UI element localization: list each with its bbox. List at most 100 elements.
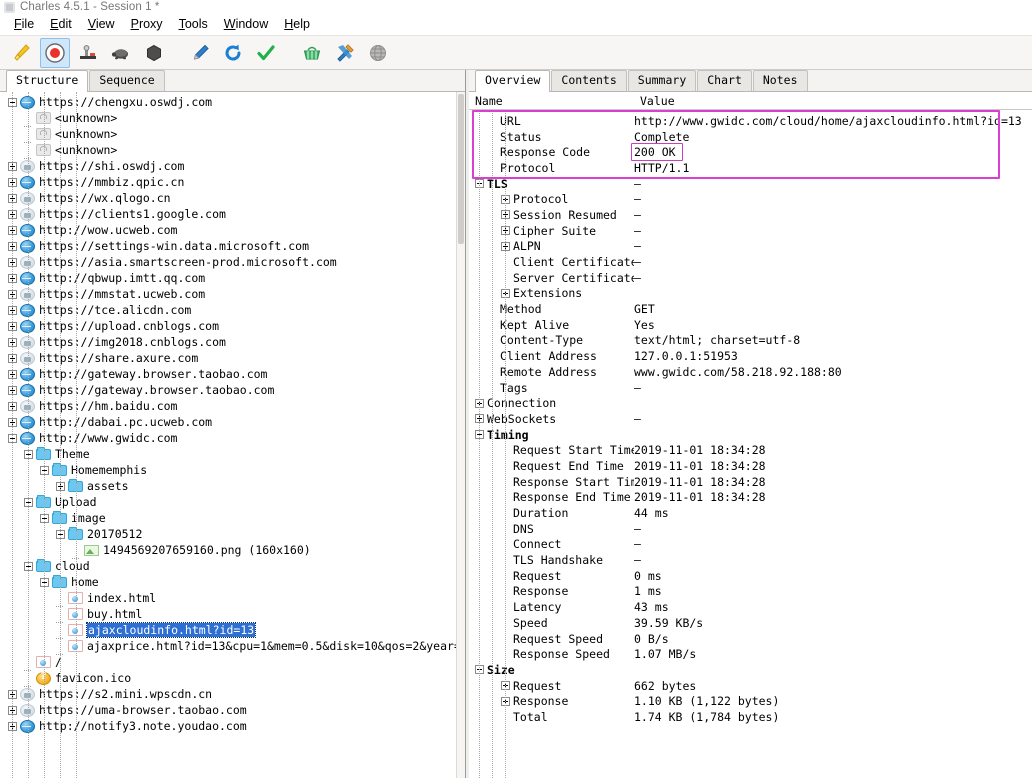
overview-row[interactable]: Size <box>469 662 1032 678</box>
throttle-settings-button[interactable] <box>106 38 136 68</box>
tab-notes[interactable]: Notes <box>752 70 808 91</box>
overview-row[interactable]: Speed 39.59 KB/s <box>469 615 1032 631</box>
tree-node[interactable]: cloud <box>0 558 456 574</box>
tree-node[interactable]: https://mmstat.ucweb.com <box>0 286 456 302</box>
tree-node[interactable]: <unknown> <box>0 142 456 159</box>
overview-row[interactable]: Extensions <box>469 286 1032 302</box>
overview-row[interactable]: Response Code 200 OK <box>469 144 1032 160</box>
tools-basket-button[interactable] <box>297 38 327 68</box>
tree-scroll-area[interactable]: https://chengxu.oswdj.com <unknown> <unkno… <box>0 92 456 778</box>
tree-node[interactable]: https://tce.alicdn.com <box>0 302 456 318</box>
overview-row[interactable]: Client Address 127.0.0.1:51953 <box>469 348 1032 364</box>
tree-node[interactable]: http://gateway.browser.taobao.com <box>0 366 456 382</box>
tree-node[interactable]: https://mmbiz.qpic.cn <box>0 174 456 190</box>
tree-node[interactable]: / <box>0 654 456 671</box>
tree-node[interactable]: 1494569207659160.png (160x160) <box>0 542 456 559</box>
menu-item-window[interactable]: Window <box>216 14 276 34</box>
tab-overview[interactable]: Overview <box>475 70 551 92</box>
tree-node[interactable]: ajaxprice.html?id=13&cpu=1&mem=0.5&disk=… <box>0 638 456 655</box>
validate-button[interactable] <box>251 38 281 68</box>
overview-row[interactable]: Server Certificates – <box>469 270 1032 286</box>
overview-row[interactable]: Response Start Time 2019-11-01 18:34:28 <box>469 474 1032 490</box>
menu-item-tools[interactable]: Tools <box>171 14 216 34</box>
menu-item-edit[interactable]: Edit <box>42 14 80 34</box>
overview-row[interactable]: Client Certificates – <box>469 254 1032 270</box>
overview-row[interactable]: Request 662 bytes <box>469 678 1032 694</box>
tree-node[interactable]: http://notify3.note.youdao.com <box>0 718 456 734</box>
overview-row[interactable]: Response Speed 1.07 MB/s <box>469 646 1032 662</box>
overview-row[interactable]: Session Resumed – <box>469 207 1032 223</box>
tree-node[interactable]: home <box>0 574 456 590</box>
tree-node[interactable]: http://www.gwidc.com <box>0 430 456 446</box>
overview-row[interactable]: Request Start Time 2019-11-01 18:34:28 <box>469 442 1032 458</box>
tree-node[interactable]: image <box>0 510 456 526</box>
tree-node[interactable]: Theme <box>0 446 456 462</box>
overview-row[interactable]: Protocol – <box>469 191 1032 207</box>
compose-button[interactable] <box>185 38 215 68</box>
tree-node[interactable]: https://s2.mini.wpscdn.cn <box>0 686 456 702</box>
tools-button[interactable] <box>330 38 360 68</box>
clear-session-button[interactable] <box>7 38 37 68</box>
dns-spoofing-button[interactable] <box>363 38 393 68</box>
breakpoint-settings-button[interactable] <box>139 38 169 68</box>
tree-node[interactable]: favicon.ico <box>0 670 456 687</box>
overview-row[interactable]: Content-Type text/html; charset=utf-8 <box>469 333 1032 349</box>
menu-item-view[interactable]: View <box>80 14 123 34</box>
tree-node[interactable]: https://img2018.cnblogs.com <box>0 334 456 350</box>
tree-node[interactable]: index.html <box>0 590 456 607</box>
tab-sequence[interactable]: Sequence <box>89 70 165 91</box>
overview-row[interactable]: Timing <box>469 427 1032 443</box>
overview-row[interactable]: TLS Handshake – <box>469 552 1032 568</box>
overview-row[interactable]: Latency 43 ms <box>469 599 1032 615</box>
menu-item-file[interactable]: File <box>6 14 42 34</box>
overview-row[interactable]: URL http://www.gwidc.com/cloud/home/ajaxc… <box>469 113 1032 129</box>
overview-row[interactable]: Request Speed 0 B/s <box>469 631 1032 647</box>
menu-item-proxy[interactable]: Proxy <box>123 14 171 34</box>
tree-node[interactable]: assets <box>0 478 456 494</box>
tree-node[interactable]: https://uma-browser.taobao.com <box>0 702 456 718</box>
tree-node[interactable]: https://chengxu.oswdj.com <box>0 94 456 110</box>
overview-row[interactable]: Cipher Suite – <box>469 223 1032 239</box>
overview-row[interactable]: WebSockets – <box>469 411 1032 427</box>
tree-node[interactable]: https://wx.qlogo.cn <box>0 190 456 206</box>
tree-node[interactable]: https://gateway.browser.taobao.com <box>0 382 456 398</box>
tree-node[interactable]: http://wow.ucweb.com <box>0 222 456 238</box>
overview-row[interactable]: Request 0 ms <box>469 568 1032 584</box>
overview-row[interactable]: TLS – <box>469 176 1032 192</box>
overview-row[interactable]: Status Complete <box>469 129 1032 145</box>
overview-table-body[interactable]: URL http://www.gwidc.com/cloud/home/ajaxc… <box>469 110 1032 778</box>
overview-row[interactable]: Response 1 ms <box>469 584 1032 600</box>
tree-node[interactable]: https://share.axure.com <box>0 350 456 366</box>
tree-node[interactable]: Upload <box>0 494 456 510</box>
repeat-button[interactable] <box>218 38 248 68</box>
start-stop-throttling-button[interactable] <box>73 38 103 68</box>
session-structure-tree[interactable]: https://chengxu.oswdj.com <unknown> <unkno… <box>0 92 456 778</box>
tab-chart[interactable]: Chart <box>697 70 752 91</box>
overview-row[interactable]: Duration 44 ms <box>469 505 1032 521</box>
start-stop-recording-button[interactable] <box>40 37 70 68</box>
tab-contents[interactable]: Contents <box>551 70 627 91</box>
tree-node[interactable]: 20170512 <box>0 526 456 542</box>
tree-vertical-scrollbar[interactable] <box>456 92 465 778</box>
overview-row[interactable]: Total 1.74 KB (1,784 bytes) <box>469 709 1032 725</box>
tree-node[interactable]: https://shi.oswdj.com <box>0 158 456 174</box>
tree-node[interactable]: buy.html <box>0 606 456 623</box>
overview-row[interactable]: Kept Alive Yes <box>469 317 1032 333</box>
tree-node[interactable]: http://dabai.pc.ucweb.com <box>0 414 456 430</box>
overview-row[interactable]: Method GET <box>469 301 1032 317</box>
overview-row[interactable]: Connect – <box>469 537 1032 553</box>
overview-row[interactable]: Tags – <box>469 380 1032 396</box>
tab-structure[interactable]: Structure <box>6 70 89 92</box>
tree-node[interactable]: Homememphis <box>0 462 456 478</box>
menu-item-help[interactable]: Help <box>276 14 318 34</box>
overview-row[interactable]: Remote Address www.gwidc.com/58.218.92.18… <box>469 364 1032 380</box>
tree-node[interactable]: <unknown> <box>0 126 456 143</box>
tree-node[interactable]: https://asia.smartscreen-prod.microsoft.… <box>0 254 456 270</box>
tree-node-selected[interactable]: ajaxcloudinfo.html?id=13 <box>0 622 456 639</box>
overview-row[interactable]: Response 1.10 KB (1,122 bytes) <box>469 693 1032 709</box>
tree-node[interactable]: https://settings-win.data.microsoft.com <box>0 238 456 254</box>
tree-node[interactable]: http://qbwup.imtt.qq.com <box>0 270 456 286</box>
scrollbar-thumb[interactable] <box>458 94 464 244</box>
overview-row[interactable]: Connection <box>469 395 1032 411</box>
tab-summary[interactable]: Summary <box>627 70 697 91</box>
